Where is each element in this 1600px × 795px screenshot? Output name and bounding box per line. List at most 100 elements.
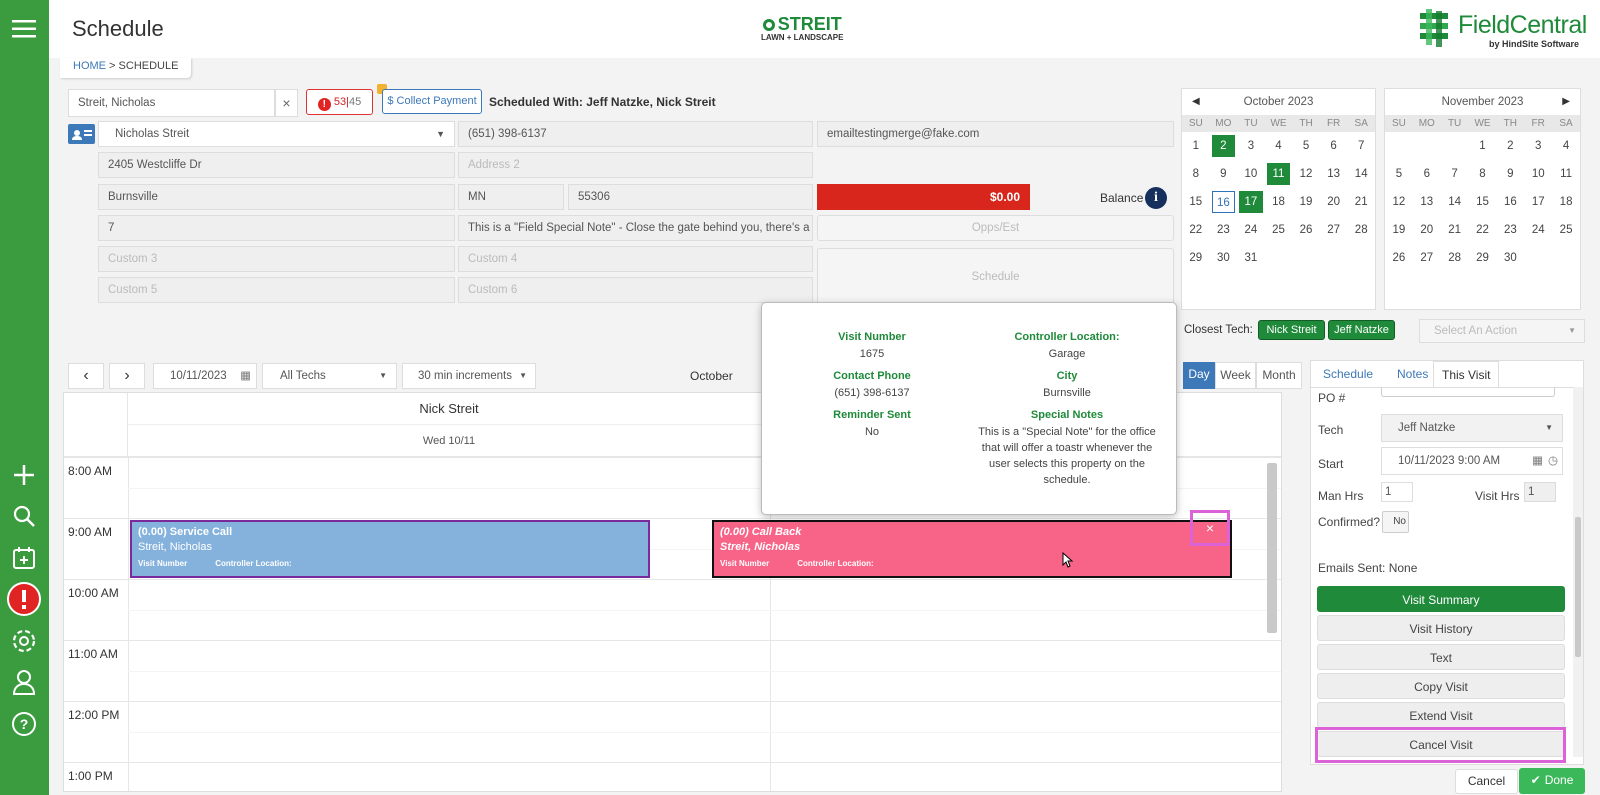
visit-hrs-input[interactable]: 1	[1524, 482, 1556, 502]
closest-tech-jeff[interactable]: Jeff Natzke	[1328, 320, 1395, 340]
help-icon[interactable]: ?	[7, 707, 41, 741]
calendar-day[interactable]: 17	[1239, 191, 1263, 213]
calendar-day[interactable]: 3	[1526, 135, 1550, 157]
calendar-day[interactable]: 25	[1267, 219, 1291, 241]
extend-visit-button[interactable]: Extend Visit	[1317, 702, 1565, 728]
calendar-day[interactable]: 30	[1498, 247, 1522, 269]
calendar-day[interactable]: 19	[1294, 191, 1318, 213]
city-field[interactable]: Burnsville	[98, 184, 455, 210]
calendar-day[interactable]: 14	[1443, 191, 1467, 213]
calendar-day[interactable]: 4	[1554, 135, 1578, 157]
select-action-dropdown[interactable]: Select An Action ▼	[1419, 319, 1585, 343]
calendar-day[interactable]: 13	[1322, 163, 1346, 185]
calendar-day[interactable]: 16	[1211, 191, 1236, 213]
opps-est-button[interactable]: Opps/Est	[817, 215, 1174, 241]
calendar-day[interactable]: 9	[1498, 163, 1522, 185]
collect-payment-button[interactable]: $ Collect Payment	[382, 89, 482, 114]
info-icon[interactable]: i	[1145, 187, 1167, 209]
tab-notes[interactable]: Notes	[1389, 361, 1436, 387]
customer-search-input[interactable]: Streit, Nicholas	[68, 89, 275, 117]
calendar-day[interactable]: 22	[1471, 219, 1495, 241]
field-seven[interactable]: 7	[98, 215, 455, 241]
calendar-day[interactable]: 29	[1471, 247, 1495, 269]
calendar-day[interactable]: 30	[1212, 247, 1236, 269]
phone-field[interactable]: (651) 398-6137	[458, 121, 813, 147]
man-hrs-input[interactable]: 1	[1381, 482, 1413, 502]
calendar-day[interactable]: 16	[1498, 191, 1522, 213]
alert-icon[interactable]	[7, 582, 41, 616]
calendar-day[interactable]: 10	[1239, 163, 1263, 185]
closest-tech-nick[interactable]: Nick Streit	[1258, 320, 1325, 340]
calendar-day[interactable]: 20	[1322, 191, 1346, 213]
calendar-day[interactable]: 23	[1212, 219, 1236, 241]
cancel-button[interactable]: Cancel	[1455, 769, 1518, 794]
calendar-day[interactable]: 28	[1443, 247, 1467, 269]
confirmed-toggle[interactable]: No	[1382, 511, 1409, 533]
calendar-day[interactable]: 21	[1349, 191, 1373, 213]
tab-this-visit[interactable]: This Visit	[1433, 361, 1500, 387]
calendar-day[interactable]: 29	[1184, 247, 1208, 269]
contact-select[interactable]: Nicholas Streit ▼	[98, 121, 455, 147]
email-field[interactable]: emailtestingmerge@fake.com	[817, 121, 1174, 147]
techs-dropdown[interactable]: All Techs ▼	[262, 363, 397, 389]
calendar-day[interactable]: 24	[1526, 219, 1550, 241]
address2-field[interactable]: Address 2	[458, 152, 813, 178]
calendar-day[interactable]: 8	[1184, 163, 1208, 185]
done-button[interactable]: ✔ Done	[1519, 768, 1585, 794]
calendar-day[interactable]: 8	[1471, 163, 1495, 185]
state-field[interactable]: MN	[458, 184, 564, 210]
custom3-field[interactable]: Custom 3	[98, 246, 455, 272]
calendar-day[interactable]: 19	[1387, 219, 1411, 241]
add-icon[interactable]	[7, 458, 41, 492]
menu-icon[interactable]	[7, 12, 41, 46]
calendar-day[interactable]: 5	[1387, 163, 1411, 185]
custom5-field[interactable]: Custom 5	[98, 277, 455, 303]
field-special-note[interactable]: This is a "Field Special Note" - Close t…	[458, 215, 813, 241]
calendar-day[interactable]: 28	[1349, 219, 1373, 241]
prev-month-icon[interactable]: ◀	[1192, 89, 1200, 115]
custom4-field[interactable]: Custom 4	[458, 246, 813, 272]
schedule-button[interactable]: Schedule	[817, 248, 1174, 306]
visit-history-button[interactable]: Visit History	[1317, 615, 1565, 641]
alerts-badge[interactable]: ! 53|45	[306, 89, 373, 115]
calendar-day[interactable]: 17	[1526, 191, 1550, 213]
calendar-day[interactable]: 13	[1415, 191, 1439, 213]
text-button[interactable]: Text	[1317, 644, 1565, 670]
calendar-day[interactable]: 7	[1443, 163, 1467, 185]
calendar-day[interactable]: 15	[1184, 191, 1208, 213]
calendar-day[interactable]: 1	[1471, 135, 1495, 157]
calendar-day[interactable]: 24	[1239, 219, 1263, 241]
address1-field[interactable]: 2405 Westcliffe Dr	[98, 152, 455, 178]
increment-dropdown[interactable]: 30 min increments ▼	[402, 363, 536, 389]
calendar-day[interactable]: 11	[1266, 163, 1291, 185]
copy-visit-button[interactable]: Copy Visit	[1317, 673, 1565, 699]
calendar-day[interactable]: 2	[1211, 135, 1236, 157]
calendar-day[interactable]: 9	[1212, 163, 1236, 185]
visit-summary-button[interactable]: Visit Summary	[1317, 586, 1565, 612]
calendar-day[interactable]: 27	[1322, 219, 1346, 241]
calendar-day[interactable]: 11	[1554, 163, 1578, 185]
calendar-day[interactable]: 3	[1239, 135, 1263, 157]
calendar-day[interactable]: 2	[1498, 135, 1522, 157]
calendar-day[interactable]: 23	[1498, 219, 1522, 241]
calendar-day[interactable]: 4	[1267, 135, 1291, 157]
event-call-back[interactable]: (0.00) Call Back Streit, Nicholas Visit …	[712, 520, 1232, 578]
zip-field[interactable]: 55306	[568, 184, 813, 210]
calendar-day[interactable]: 6	[1322, 135, 1346, 157]
user-icon[interactable]	[7, 665, 41, 699]
settings-icon[interactable]	[7, 624, 41, 658]
search-icon[interactable]	[7, 499, 41, 533]
calendar-day[interactable]: 7	[1349, 135, 1373, 157]
event-close-icon[interactable]: ×	[1190, 510, 1230, 546]
calendar-day[interactable]: 25	[1554, 219, 1578, 241]
contact-card-icon[interactable]	[68, 124, 95, 144]
prev-day-button[interactable]: ‹	[68, 363, 104, 389]
calendar-day[interactable]: 26	[1294, 219, 1318, 241]
calendar-day[interactable]: 12	[1387, 191, 1411, 213]
tech-select[interactable]: Jeff Natzke ▼	[1381, 414, 1563, 442]
calendar-day[interactable]: 18	[1267, 191, 1291, 213]
calendar-day[interactable]: 31	[1239, 247, 1263, 269]
calendar-day[interactable]: 22	[1184, 219, 1208, 241]
view-week-button[interactable]: Week	[1215, 362, 1256, 389]
panel-scrollbar[interactable]	[1573, 387, 1583, 757]
